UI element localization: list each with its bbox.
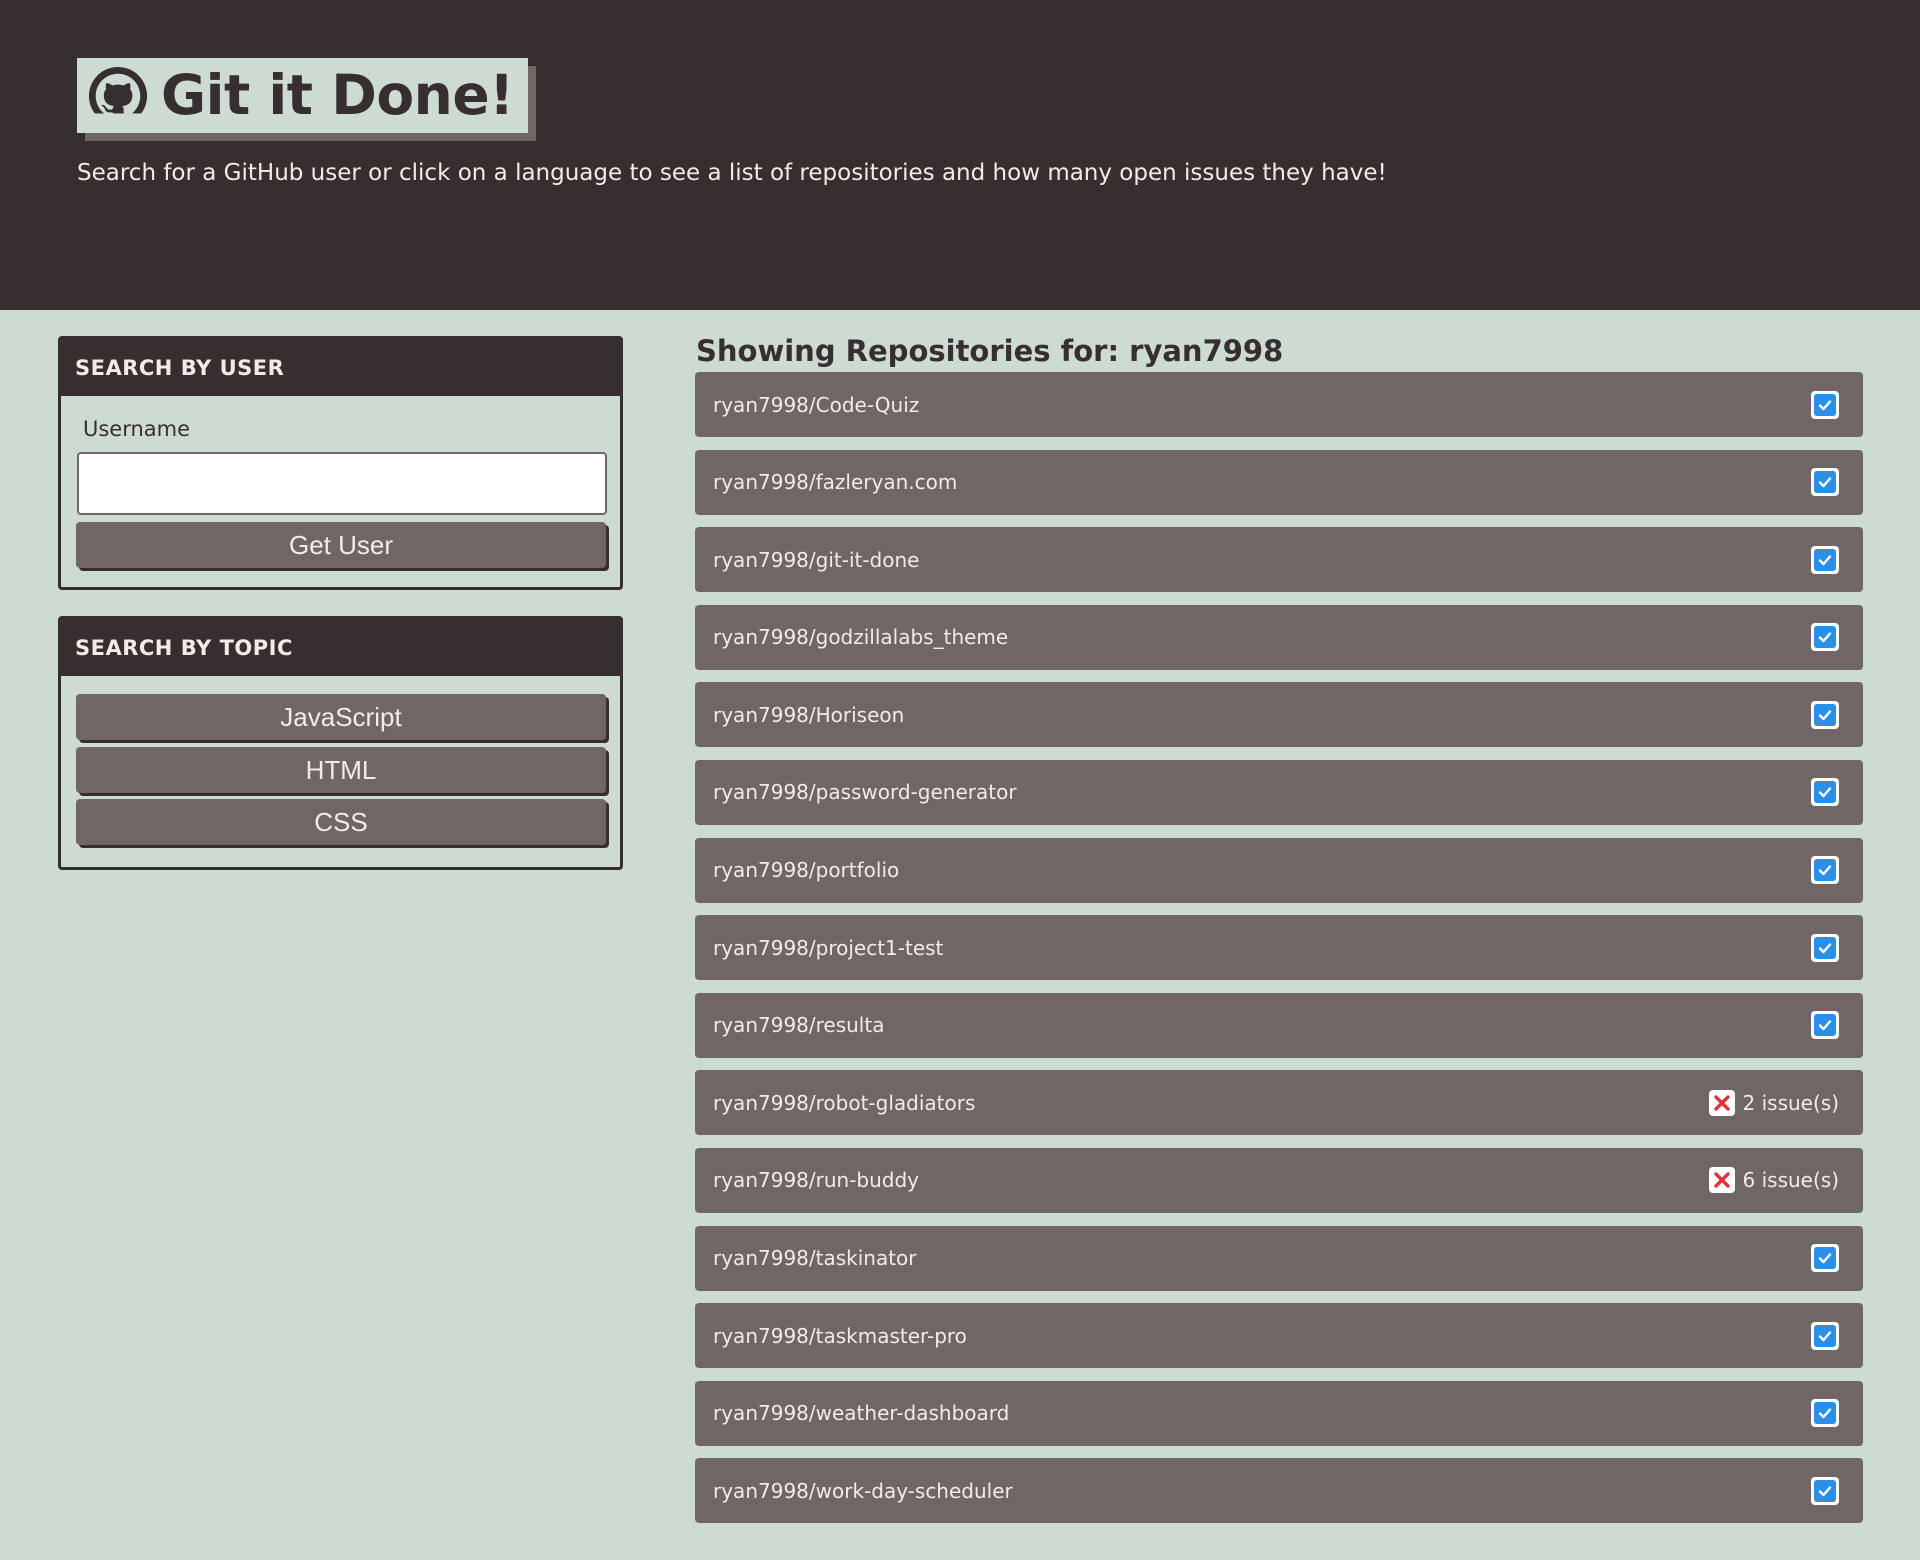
- repo-row[interactable]: ryan7998/taskinator: [695, 1225, 1863, 1291]
- repo-row[interactable]: ryan7998/Horiseon: [695, 682, 1863, 748]
- repo-name: ryan7998/work-day-scheduler: [713, 1478, 1013, 1503]
- repo-row[interactable]: ryan7998/robot-gladiators 2 issue(s): [695, 1070, 1863, 1136]
- repo-row[interactable]: ryan7998/project1-test: [695, 915, 1863, 981]
- topic-html-button[interactable]: HTML: [76, 747, 606, 793]
- repo-name: ryan7998/taskinator: [713, 1246, 917, 1271]
- repo-status: [1811, 1011, 1839, 1040]
- repo-list: ryan7998/Code-Quiz ryan7998/fazleryan.com…: [695, 372, 1863, 1536]
- check-square-icon: [1811, 933, 1839, 962]
- repo-status: 6 issue(s): [1708, 1167, 1839, 1194]
- search-by-user-heading: SEARCH BY USER: [61, 339, 620, 396]
- repo-status: [1811, 1476, 1839, 1505]
- search-by-user-card: SEARCH BY USER Username Get User: [58, 336, 623, 590]
- check-square-icon: [1811, 390, 1839, 419]
- check-square-icon: [1811, 1244, 1839, 1273]
- repo-name: ryan7998/robot-gladiators: [713, 1090, 976, 1115]
- check-square-icon: [1811, 468, 1839, 497]
- repo-status: [1811, 468, 1839, 497]
- repo-name: ryan7998/Horiseon: [713, 702, 905, 727]
- search-by-topic-card: SEARCH BY TOPIC JavaScript HTML CSS: [58, 616, 623, 870]
- repo-row[interactable]: ryan7998/portfolio: [695, 837, 1863, 903]
- check-square-icon: [1811, 700, 1839, 729]
- check-square-icon: [1811, 545, 1839, 574]
- repo-name: ryan7998/run-buddy: [713, 1168, 920, 1193]
- repo-name: ryan7998/godzillalabs_theme: [713, 625, 1009, 650]
- repo-row[interactable]: ryan7998/work-day-scheduler: [695, 1458, 1863, 1524]
- repo-status: [1811, 623, 1839, 652]
- x-square-icon: [1708, 1167, 1735, 1194]
- app-subtitle: Search for a GitHub user or click on a l…: [77, 160, 1387, 186]
- repo-status: [1811, 1321, 1839, 1350]
- repo-name: ryan7998/Code-Quiz: [713, 392, 920, 417]
- issue-count: 6 issue(s): [1742, 1168, 1839, 1193]
- repo-status: 2 issue(s): [1708, 1089, 1839, 1116]
- repo-row[interactable]: ryan7998/password-generator: [695, 759, 1863, 825]
- repo-status: [1811, 700, 1839, 729]
- check-square-icon: [1811, 1399, 1839, 1428]
- repo-name: ryan7998/taskmaster-pro: [713, 1323, 967, 1348]
- check-square-icon: [1811, 1476, 1839, 1505]
- repo-row[interactable]: ryan7998/git-it-done: [695, 527, 1863, 593]
- repo-name: ryan7998/fazleryan.com: [713, 470, 958, 495]
- check-square-icon: [1811, 778, 1839, 807]
- repo-status: [1811, 856, 1839, 885]
- search-by-topic-heading: SEARCH BY TOPIC: [61, 619, 620, 676]
- topic-css-button[interactable]: CSS: [76, 799, 606, 845]
- repo-row[interactable]: ryan7998/run-buddy 6 issue(s): [695, 1147, 1863, 1213]
- repo-status: [1811, 933, 1839, 962]
- check-square-icon: [1811, 623, 1839, 652]
- repo-name: ryan7998/password-generator: [713, 780, 1017, 805]
- repo-row[interactable]: ryan7998/weather-dashboard: [695, 1380, 1863, 1446]
- repo-name: ryan7998/resulta: [713, 1013, 885, 1038]
- check-square-icon: [1811, 856, 1839, 885]
- repo-status: [1811, 390, 1839, 419]
- repo-name: ryan7998/project1-test: [713, 935, 944, 960]
- username-input[interactable]: [77, 452, 607, 515]
- x-square-icon: [1708, 1089, 1735, 1116]
- repo-name: ryan7998/weather-dashboard: [713, 1401, 1010, 1426]
- topic-javascript-button[interactable]: JavaScript: [76, 694, 606, 740]
- app-title: Git it Done!: [161, 63, 514, 127]
- repo-status: [1811, 778, 1839, 807]
- results-title: Showing Repositories for: ryan7998: [696, 334, 1284, 368]
- repo-row[interactable]: ryan7998/Code-Quiz: [695, 372, 1863, 437]
- issue-count: 2 issue(s): [1742, 1090, 1839, 1115]
- hero-header: Git it Done! Search for a GitHub user or…: [0, 0, 1920, 310]
- repo-name: ryan7998/git-it-done: [713, 547, 920, 572]
- repo-status: [1811, 545, 1839, 574]
- repo-name: ryan7998/portfolio: [713, 858, 900, 883]
- brand-badge: Git it Done!: [77, 58, 528, 133]
- repo-row[interactable]: ryan7998/godzillalabs_theme: [695, 604, 1863, 670]
- username-label: Username: [83, 417, 191, 441]
- check-square-icon: [1811, 1011, 1839, 1040]
- get-user-button[interactable]: Get User: [76, 522, 606, 568]
- github-octocat-icon: [87, 66, 149, 127]
- repo-row[interactable]: ryan7998/resulta: [695, 992, 1863, 1058]
- repo-status: [1811, 1244, 1839, 1273]
- repo-row[interactable]: ryan7998/taskmaster-pro: [695, 1303, 1863, 1369]
- repo-status: [1811, 1399, 1839, 1428]
- check-square-icon: [1811, 1321, 1839, 1350]
- repo-row[interactable]: ryan7998/fazleryan.com: [695, 449, 1863, 515]
